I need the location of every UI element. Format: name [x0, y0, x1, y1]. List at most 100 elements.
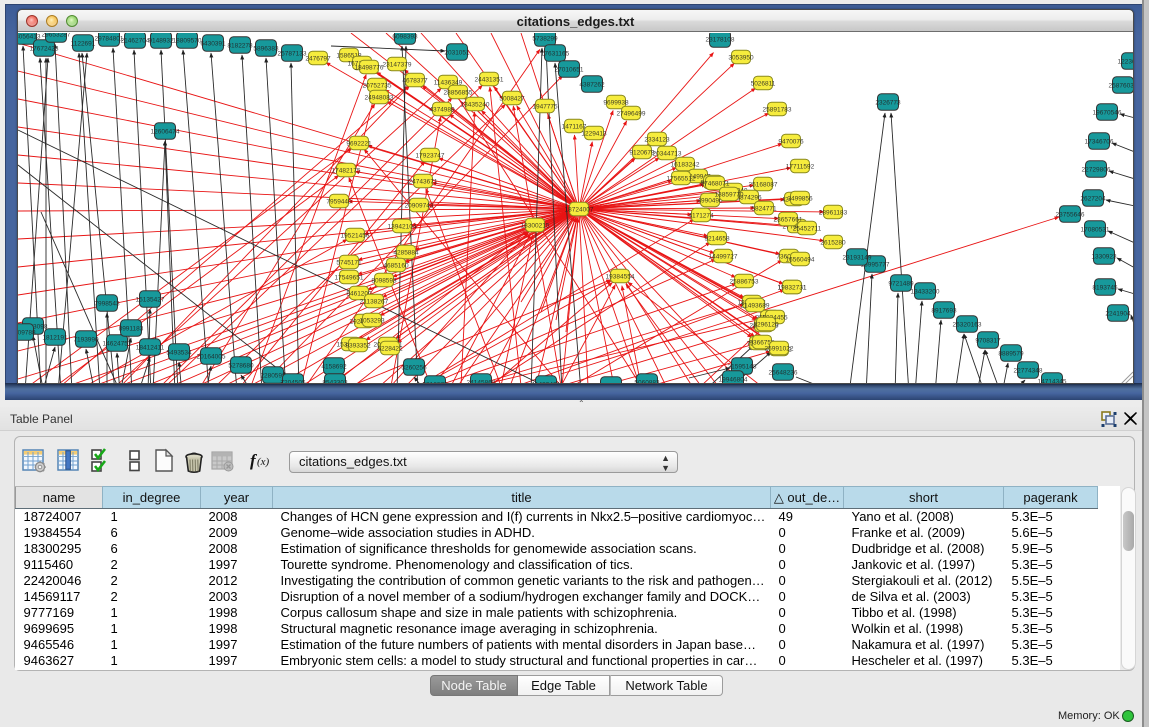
svg-text:12236231: 12236231 [1118, 58, 1134, 65]
svg-text:17346706: 17346706 [1085, 138, 1114, 145]
svg-text:22729806: 22729806 [1082, 166, 1111, 173]
svg-text:15135427: 15135427 [136, 296, 165, 303]
svg-text:17923747: 17923747 [416, 152, 445, 159]
svg-text:6098393: 6098393 [392, 33, 418, 40]
svg-text:19670546: 19670546 [1093, 109, 1122, 116]
svg-text:5278680: 5278680 [228, 362, 254, 369]
svg-text:18809570: 18809570 [173, 37, 202, 44]
svg-text:2615280: 2615280 [820, 239, 846, 246]
svg-text:26320163: 26320163 [953, 321, 982, 328]
svg-text:4171274: 4171274 [688, 212, 714, 219]
svg-text:18498776: 18498776 [355, 64, 384, 71]
svg-text:7959440: 7959440 [326, 198, 352, 205]
svg-text:5896383: 5896383 [253, 45, 279, 52]
svg-text:17080531: 17080531 [1081, 226, 1110, 233]
svg-text:9393352: 9393352 [345, 342, 371, 349]
svg-text:8917693: 8917693 [931, 307, 957, 314]
svg-text:1229413: 1229413 [581, 130, 607, 137]
svg-text:25891783: 25891783 [763, 106, 792, 113]
svg-text:18300215: 18300215 [521, 222, 550, 229]
svg-text:2334123: 2334123 [644, 136, 670, 143]
svg-text:20909743: 20909743 [405, 202, 434, 209]
svg-text:25787133: 25787133 [278, 50, 307, 57]
svg-text:5738299: 5738299 [532, 35, 558, 42]
svg-text:20752735: 20752735 [363, 82, 392, 89]
svg-text:5060883: 5060883 [634, 379, 660, 384]
svg-text:3296120: 3296120 [753, 321, 779, 328]
svg-text:17672423: 17672423 [30, 45, 59, 52]
svg-text:23147379: 23147379 [383, 61, 412, 68]
svg-text:24145868: 24145868 [467, 379, 496, 384]
svg-text:25876036: 25876036 [1109, 82, 1134, 89]
svg-text:(x): (x) [257, 456, 270, 468]
svg-text:13056413: 13056413 [18, 33, 41, 40]
svg-text:6430391: 6430391 [200, 40, 226, 47]
svg-text:21493689: 21493689 [741, 302, 770, 309]
svg-text:28961183: 28961183 [819, 209, 848, 216]
svg-text:19384554: 19384554 [606, 273, 635, 280]
svg-text:8889579: 8889579 [998, 350, 1024, 357]
svg-text:3260256: 3260256 [401, 364, 427, 371]
svg-text:1947775: 1947775 [532, 103, 558, 110]
svg-text:1053293: 1053293 [359, 317, 385, 324]
svg-text:4285884: 4285884 [393, 249, 419, 256]
svg-text:25886753: 25886753 [730, 278, 759, 285]
svg-text:14499727: 14499727 [709, 253, 738, 260]
svg-text:23193149: 23193149 [843, 254, 872, 261]
svg-text:9708317: 9708317 [975, 337, 1001, 344]
svg-text:5824771: 5824771 [751, 205, 777, 212]
svg-text:8098593: 8098593 [371, 277, 397, 284]
svg-text:5216073: 5216073 [422, 381, 448, 384]
svg-text:8193745: 8193745 [1092, 284, 1118, 291]
svg-text:8543303: 8543303 [322, 379, 348, 384]
svg-text:5008427: 5008427 [499, 95, 525, 102]
svg-text:4990490: 4990490 [697, 197, 723, 204]
svg-text:29653287: 29653287 [42, 33, 71, 38]
svg-text:29784801: 29784801 [95, 35, 124, 42]
svg-text:6009788: 6009788 [18, 329, 36, 336]
svg-text:5493534: 5493534 [166, 349, 192, 356]
svg-text:23178108: 23178108 [706, 36, 735, 43]
svg-text:25648236: 25648236 [769, 369, 798, 376]
svg-text:22774348: 22774348 [1014, 367, 1043, 374]
svg-text:9148932: 9148932 [148, 37, 174, 44]
svg-text:4678377: 4678377 [402, 77, 428, 84]
svg-text:13942104: 13942104 [388, 223, 417, 230]
svg-text:27010651: 27010651 [555, 66, 584, 73]
svg-text:4387262: 4387262 [579, 81, 605, 88]
svg-text:1330923: 1330923 [1091, 253, 1117, 260]
svg-text:23755646: 23755646 [1056, 211, 1085, 218]
svg-text:27468071: 27468071 [701, 180, 730, 187]
svg-text:17711592: 17711592 [786, 163, 815, 170]
svg-text:17565512: 17565512 [667, 175, 696, 182]
svg-text:19946804: 19946804 [719, 376, 748, 383]
svg-text:16560494: 16560494 [786, 256, 815, 263]
svg-text:19832731: 19832731 [778, 284, 807, 291]
svg-text:9699938: 9699938 [603, 99, 629, 106]
svg-text:25698169: 25698169 [597, 382, 626, 384]
svg-text:17482175: 17482175 [332, 167, 361, 174]
svg-text:24948083: 24948083 [365, 94, 394, 101]
svg-text:2326773: 2326773 [875, 99, 901, 106]
svg-text:7193990: 7193990 [73, 336, 99, 343]
svg-text:18724007: 18724007 [565, 206, 594, 213]
svg-text:2476797: 2476797 [305, 55, 331, 62]
svg-text:5745171: 5745171 [336, 259, 362, 266]
svg-text:24743671: 24743671 [409, 178, 438, 185]
svg-text:14714345: 14714345 [1038, 378, 1067, 384]
svg-text:2031051: 2031051 [444, 49, 470, 56]
svg-text:12606474: 12606474 [151, 128, 180, 135]
svg-text:4374989: 4374989 [429, 106, 455, 113]
svg-text:13433200: 13433200 [911, 288, 940, 295]
svg-text:1812191: 1812191 [42, 334, 68, 341]
svg-text:8182278: 8182278 [227, 42, 253, 49]
svg-text:1122691: 1122691 [71, 40, 96, 47]
svg-text:9692221: 9692221 [346, 140, 372, 147]
svg-text:13435240: 13435240 [461, 101, 490, 108]
svg-text:21462704: 21462704 [121, 37, 150, 44]
svg-text:21595148: 21595148 [728, 363, 757, 370]
svg-text:9120679: 9120679 [629, 149, 655, 156]
svg-text:4685160: 4685160 [383, 262, 409, 269]
svg-text:3499856: 3499856 [787, 195, 813, 202]
svg-text:24431351: 24431351 [475, 76, 504, 83]
